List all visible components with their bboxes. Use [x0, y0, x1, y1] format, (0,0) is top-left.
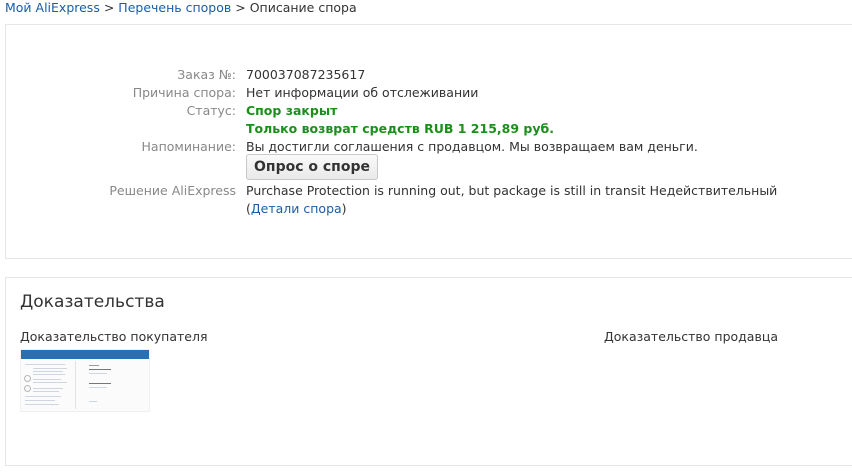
- dispute-info-panel: Заказ №: 700037087235617 Причина спора: …: [5, 24, 852, 259]
- buyer-evidence-label: Доказательство покупателя: [20, 329, 208, 344]
- evidence-title: Доказательства: [20, 292, 165, 312]
- refund-amount: Только возврат средств RUB 1 215,89 руб.: [246, 121, 554, 136]
- thumbnail-left-column: [23, 361, 71, 409]
- details-wrapper: (Детали спора): [246, 200, 347, 218]
- thumbnail-divider: [75, 361, 76, 409]
- breadcrumb-my-aliexpress[interactable]: Мой AliExpress: [5, 0, 100, 15]
- reason-value: Нет информации об отслеживании: [246, 85, 479, 100]
- reminder-label: Напоминание:: [141, 139, 236, 154]
- seller-evidence-label: Доказательство продавца: [604, 329, 778, 344]
- details-close-paren: ): [341, 201, 347, 216]
- order-label: Заказ №:: [177, 67, 236, 82]
- dispute-survey-button[interactable]: Опрос о споре: [246, 154, 378, 180]
- decision-label: Решение AliExpress: [109, 183, 236, 198]
- status-label: Статус:: [186, 103, 236, 118]
- breadcrumb-dispute-list[interactable]: Перечень споров: [118, 0, 231, 15]
- order-number: 700037087235617: [246, 67, 366, 82]
- decision-value: Purchase Protection is running out, but …: [246, 183, 778, 198]
- buyer-evidence-thumbnail[interactable]: [20, 349, 150, 412]
- breadcrumb-separator: >: [103, 0, 115, 15]
- reason-label: Причина спора:: [132, 85, 236, 100]
- breadcrumb-separator: >: [235, 0, 246, 15]
- dispute-details-link[interactable]: Детали спора: [251, 201, 342, 216]
- breadcrumb: Мой AliExpress > Перечень споров > Описа…: [5, 0, 357, 15]
- breadcrumb-current: Описание спора: [249, 0, 357, 15]
- thumbnail-header-bar: [21, 350, 149, 359]
- status-value: Спор закрыт: [246, 103, 338, 118]
- evidence-panel: Доказательства Доказательство покупателя…: [5, 277, 852, 466]
